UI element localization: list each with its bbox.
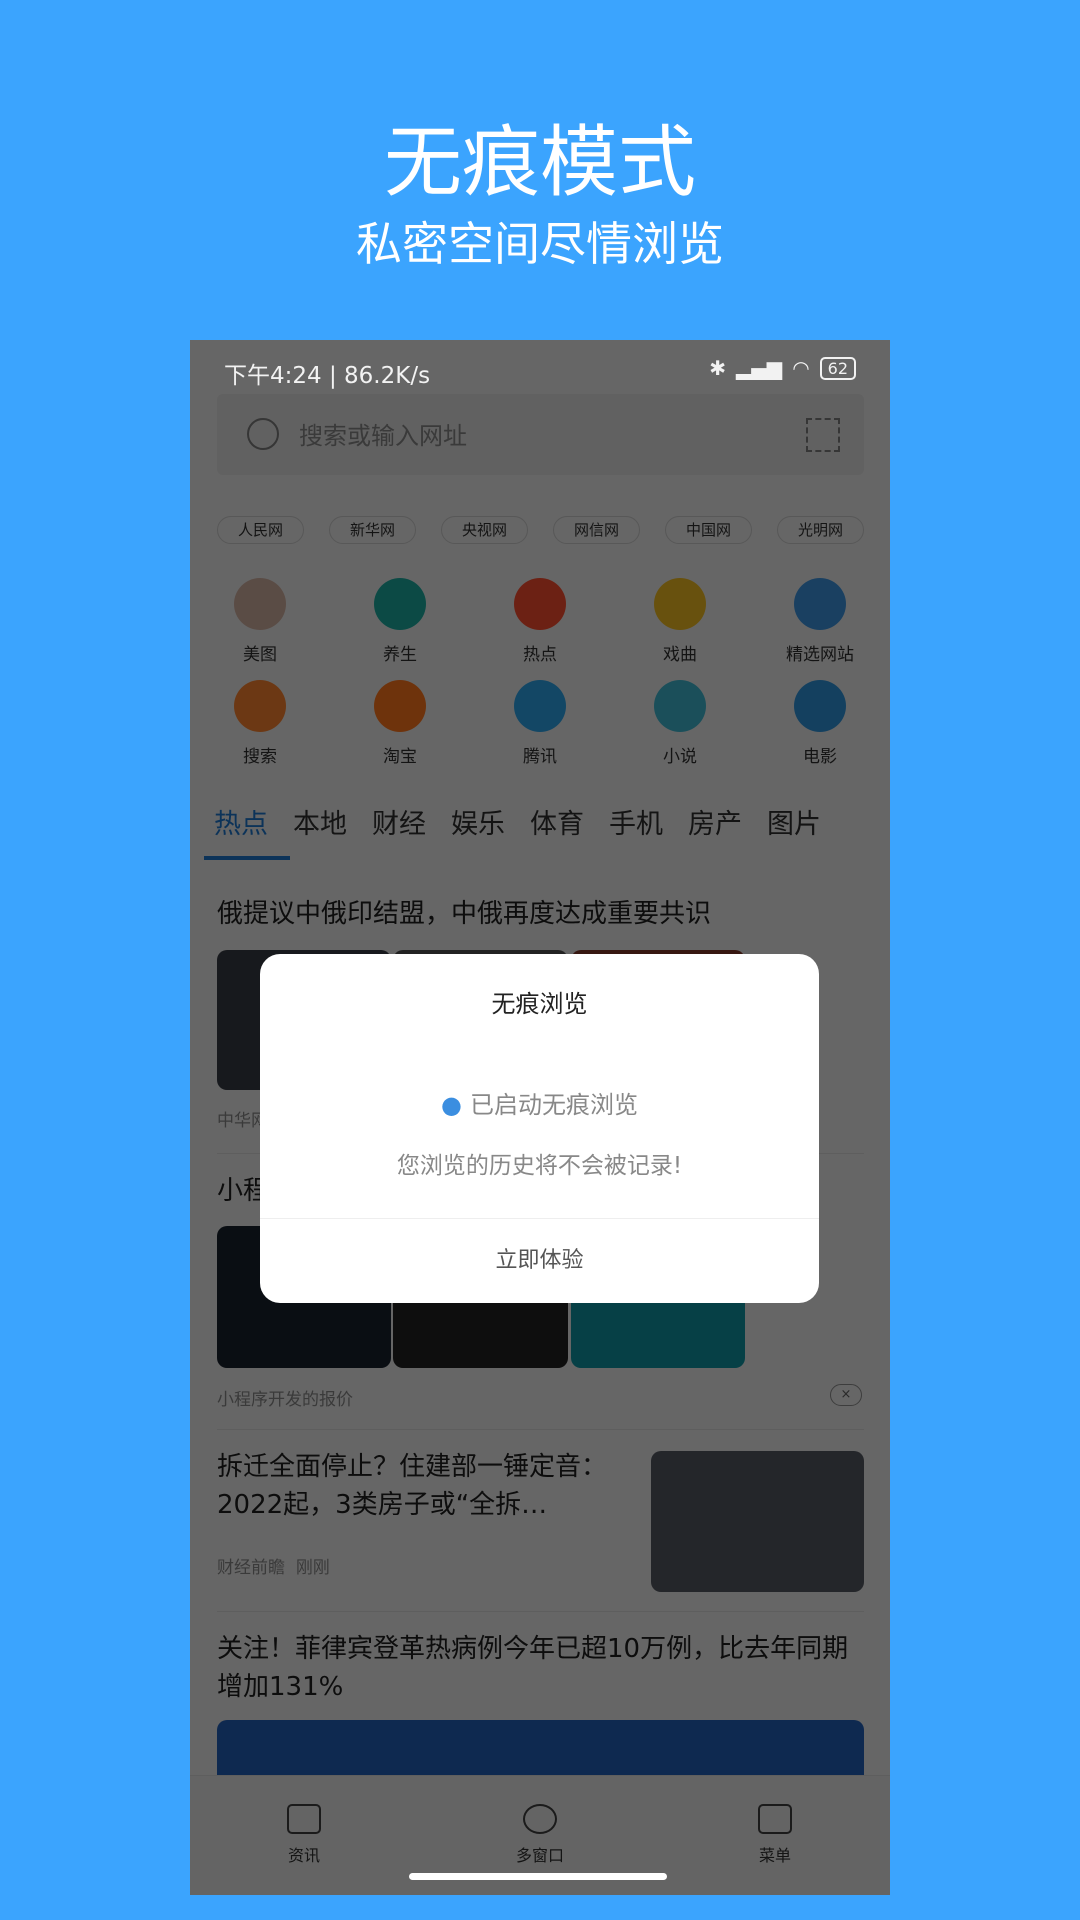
tab-6[interactable]: 手机 (609, 802, 663, 841)
shortcut-label: 电影 (803, 747, 837, 767)
windows-icon (523, 1804, 557, 1834)
quick-link-chip[interactable]: 中国网 (665, 516, 752, 544)
tab-1[interactable]: 热点 (214, 802, 268, 841)
news-tabs: 热点 本地 财经 娱乐 体育 手机 房产 图片 (214, 802, 821, 841)
dialog-title: 无痕浏览 (491, 990, 588, 1018)
quick-link-chip[interactable]: 央视网 (441, 516, 528, 544)
hero-title: 无痕模式 (383, 118, 696, 208)
search-placeholder: 搜索或输入网址 (299, 422, 467, 450)
quick-link-chip[interactable]: 网信网 (553, 516, 640, 544)
tab-2[interactable]: 本地 (293, 802, 347, 841)
article-source: 财经前瞻 (217, 1558, 285, 1578)
shortcut-icon (654, 578, 706, 630)
status-icons: ✱ ▂▄▆ ◠ 62 (709, 356, 856, 380)
signal-icon: ▂▄▆ (736, 356, 783, 380)
article-meta: 财经前瞻 刚刚 (217, 1553, 330, 1578)
shortcut-label: 小说 (663, 747, 697, 767)
shortcut-7[interactable]: 淘宝 (340, 680, 460, 767)
tab-7[interactable]: 房产 (688, 802, 742, 841)
battery-icon: 62 (819, 356, 856, 380)
close-ad-button[interactable]: × (830, 1384, 862, 1406)
incognito-dialog: 无痕浏览 ● 已启动无痕浏览 您浏览的历史将不会被记录! 立即体验 (260, 954, 819, 1303)
tab-8[interactable]: 图片 (767, 802, 821, 841)
shortcut-label: 精选网站 (786, 645, 854, 665)
shortcut-icon (654, 680, 706, 732)
shortcut-3[interactable]: 热点 (480, 578, 600, 665)
nav-label: 资讯 (287, 1846, 320, 1865)
nav-item-3[interactable]: 菜单 (725, 1804, 825, 1866)
shortcut-9[interactable]: 小说 (620, 680, 740, 767)
shortcut-label: 养生 (383, 645, 417, 665)
shortcut-label: 美图 (243, 645, 277, 665)
scan-icon[interactable] (806, 418, 840, 452)
ad-caption: 小程序开发的报价 (217, 1390, 353, 1410)
dialog-message: 您浏览的历史将不会被记录! (396, 1153, 683, 1179)
menu-grid-icon (758, 1804, 792, 1834)
dialog-status-text: 已启动无痕浏览 (469, 1091, 638, 1119)
shortcut-icon (794, 578, 846, 630)
home-indicator[interactable] (409, 1873, 667, 1880)
search-bar[interactable]: 搜索或输入网址 (217, 394, 864, 475)
shortcut-label: 淘宝 (383, 747, 417, 767)
bluetooth-icon: ✱ (709, 356, 727, 380)
status-time: 下午4:24 | 86.2K/s (224, 363, 431, 389)
hero-subtitle: 私密空间尽情浏览 (356, 217, 724, 271)
shortcut-6[interactable]: 搜索 (200, 680, 320, 767)
tab-4[interactable]: 娱乐 (451, 802, 505, 841)
quick-link-chip[interactable]: 光明网 (777, 516, 864, 544)
search-icon (247, 418, 279, 450)
shortcut-icon (374, 680, 426, 732)
shortcut-icon (514, 578, 566, 630)
paw-icon: ● (441, 1091, 462, 1119)
article-image (217, 1720, 864, 1775)
wifi-icon: ◠ (792, 356, 810, 380)
active-tab-indicator (204, 856, 290, 860)
shortcut-4[interactable]: 戏曲 (620, 578, 740, 665)
article-title[interactable]: 拆迁全面停止？住建部一锤定音：2022起，3类房子或“全拆… (217, 1448, 637, 1524)
article-image (651, 1451, 864, 1592)
article-title[interactable]: 俄提议中俄印结盟，中俄再度达成重要共识 (217, 895, 857, 933)
shortcut-8[interactable]: 腾讯 (480, 680, 600, 767)
nav-label: 多窗口 (515, 1846, 564, 1865)
shortcut-icon (234, 578, 286, 630)
shortcut-icon (234, 680, 286, 732)
shortcut-2[interactable]: 养生 (340, 578, 460, 665)
shortcut-icon (514, 680, 566, 732)
shortcut-label: 搜索 (243, 747, 277, 767)
shortcut-label: 戏曲 (663, 645, 697, 665)
try-now-button[interactable]: 立即体验 (260, 1218, 819, 1303)
nav-item-1[interactable]: 资讯 (254, 1804, 354, 1866)
shortcut-label: 腾讯 (523, 747, 557, 767)
shortcut-5[interactable]: 精选网站 (760, 578, 880, 665)
shortcut-1[interactable]: 美图 (200, 578, 320, 665)
shortcut-icon (794, 680, 846, 732)
divider (217, 1429, 864, 1430)
nav-label: 菜单 (758, 1846, 791, 1865)
quick-link-chip[interactable]: 人民网 (217, 516, 304, 544)
article-time: 刚刚 (295, 1558, 330, 1578)
tab-3[interactable]: 财经 (372, 802, 426, 841)
article-title[interactable]: 关注！菲律宾登革热病例今年已超10万例，比去年同期增加131% (217, 1630, 864, 1706)
book-icon (287, 1804, 321, 1834)
shortcut-10[interactable]: 电影 (760, 680, 880, 767)
nav-item-2[interactable]: 多窗口 (490, 1804, 590, 1866)
quick-link-chip[interactable]: 新华网 (329, 516, 416, 544)
shortcut-label: 热点 (523, 645, 557, 665)
shortcut-icon (374, 578, 426, 630)
tab-5[interactable]: 体育 (530, 802, 584, 841)
dialog-status: ● 已启动无痕浏览 (260, 1085, 819, 1120)
divider (217, 1611, 864, 1612)
